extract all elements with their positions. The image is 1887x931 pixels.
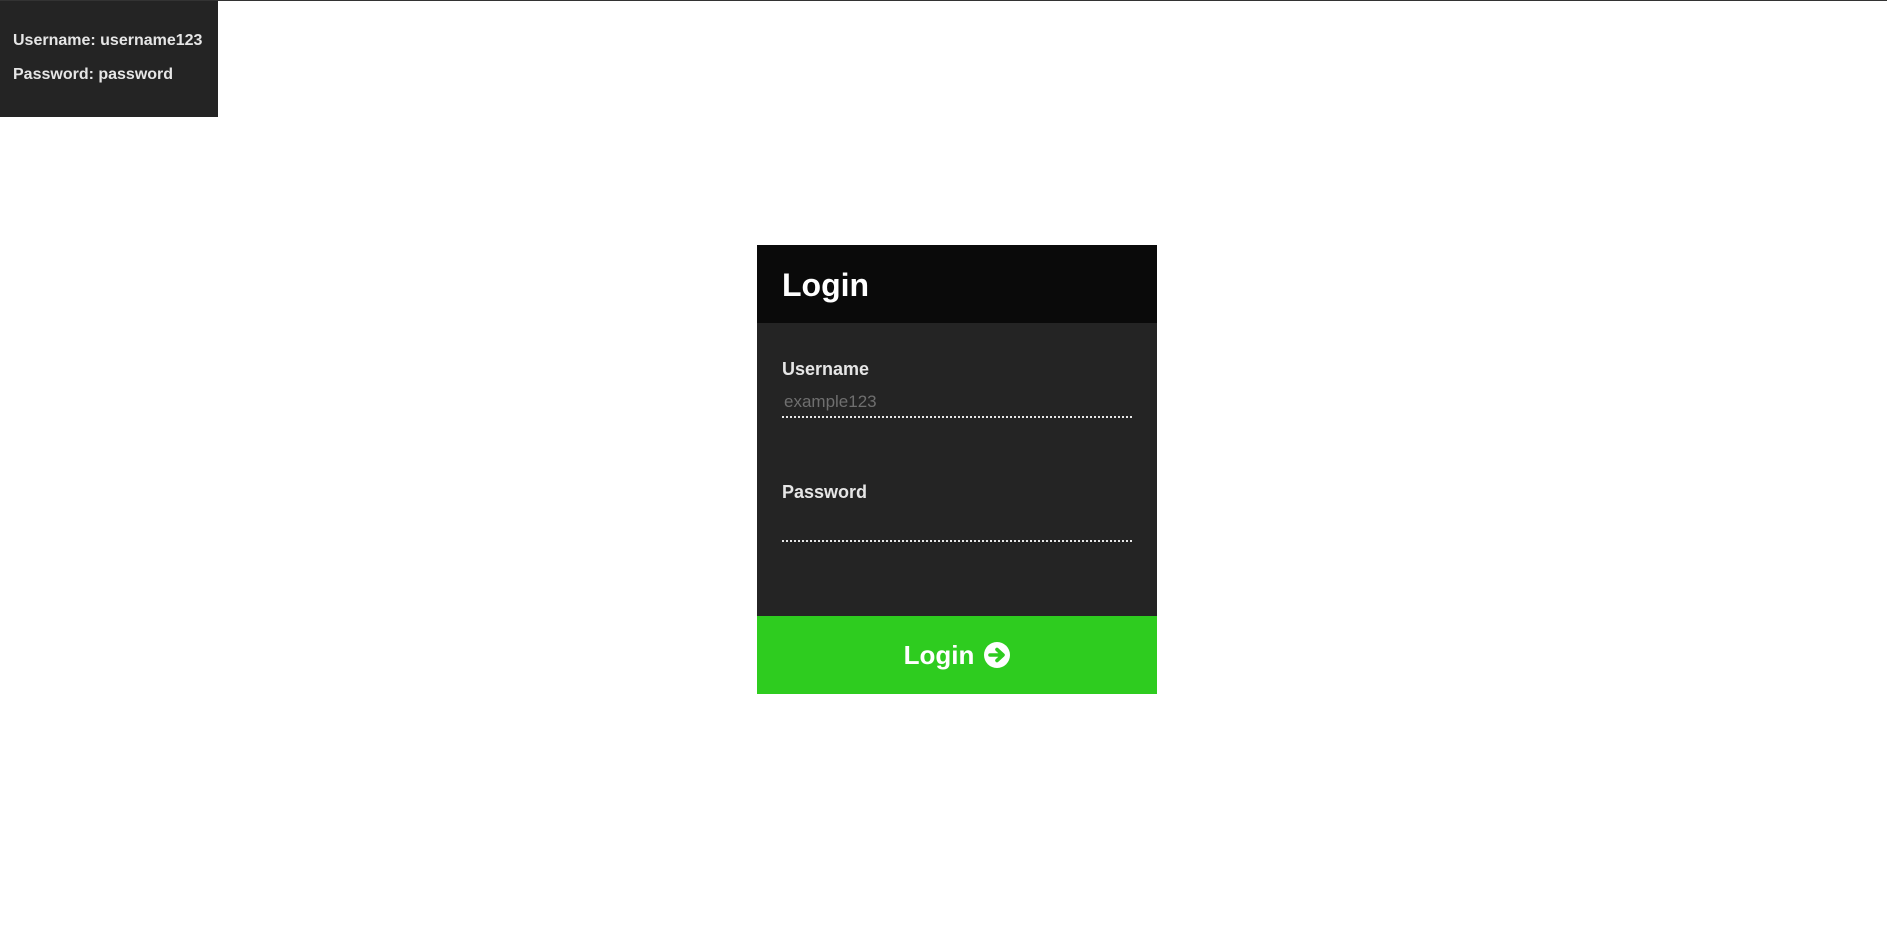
password-label: Password — [782, 482, 868, 502]
login-title: Login — [782, 267, 870, 303]
password-input[interactable] — [782, 512, 1132, 542]
arrow-circle-right-icon — [984, 642, 1011, 668]
login-card-header: Login — [757, 245, 1157, 323]
login-button[interactable]: Login — [757, 616, 1157, 694]
hint-username-text: Username: username123 — [13, 32, 203, 49]
login-form: Username Password — [757, 323, 1157, 616]
top-border — [0, 0, 1887, 1]
login-card: Login Username Password Login — [757, 245, 1157, 694]
hint-password-text: Password: password — [13, 66, 174, 83]
login-button-label: Login — [903, 639, 975, 670]
username-label: Username — [782, 359, 870, 379]
username-input[interactable] — [782, 388, 1132, 418]
credentials-hint-box: Username: username123 Password: password — [0, 1, 218, 117]
